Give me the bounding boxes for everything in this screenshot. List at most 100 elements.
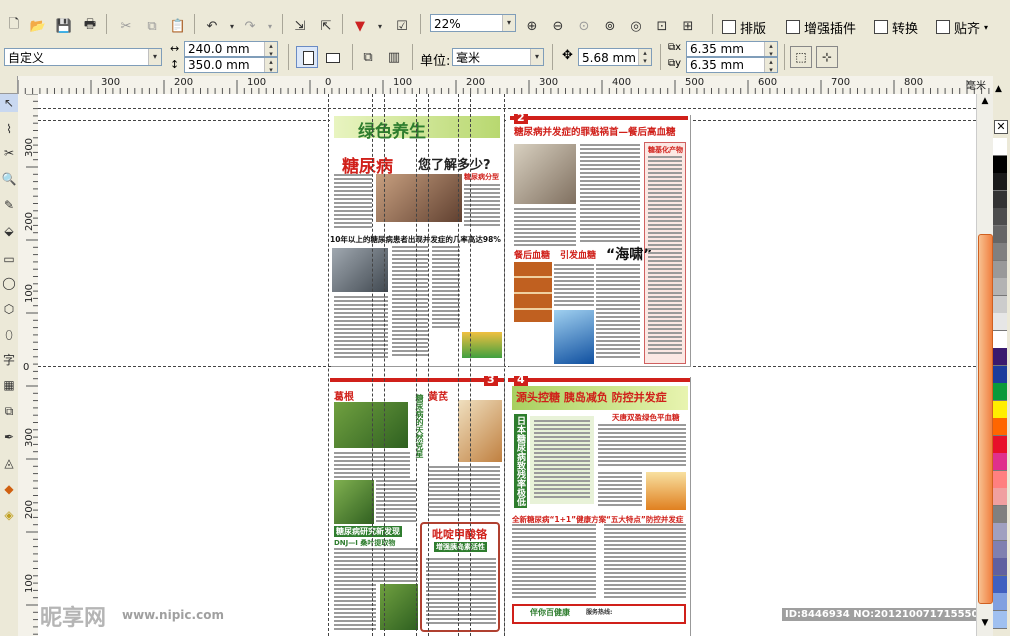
newspaper-page-3[interactable]: 3 葛根 黄芪 糖尿病的天然克星 糖尿病研究新发现 DNJ—I 桑叶提取物 吡啶… bbox=[330, 376, 504, 636]
color-swatch[interactable] bbox=[993, 330, 1007, 349]
text-tool-icon[interactable]: 字 bbox=[0, 350, 18, 368]
redo-icon[interactable]: ↷ bbox=[240, 16, 260, 36]
snap-objects-button[interactable]: ⬚ bbox=[790, 46, 812, 68]
dup-x-field[interactable]: 6.35 mm ▴ ▾ bbox=[686, 41, 778, 58]
interactive-tool-icon[interactable]: ⧉ bbox=[0, 402, 18, 420]
nudge-spinner[interactable]: ▴ ▾ bbox=[638, 49, 651, 65]
interactive-fill-icon[interactable]: ◈ bbox=[0, 506, 18, 524]
snap-grid-button[interactable]: ⊹ bbox=[816, 46, 838, 68]
zoom-page-icon[interactable]: ◎ bbox=[626, 16, 646, 36]
undo-icon[interactable]: ↶ bbox=[202, 16, 222, 36]
color-swatch[interactable] bbox=[993, 505, 1007, 524]
color-swatch[interactable] bbox=[993, 348, 1007, 366]
zoom-all-icon[interactable]: ⊚ bbox=[600, 16, 620, 36]
color-swatch[interactable] bbox=[993, 278, 1007, 296]
color-swatch[interactable] bbox=[993, 383, 1007, 401]
all-pages-icon[interactable]: ⧉ bbox=[358, 47, 378, 67]
shape-tool-icon[interactable]: ⌇ bbox=[0, 120, 18, 138]
zoom-out-icon[interactable]: ⊖ bbox=[548, 16, 568, 36]
scroll-up-icon[interactable]: ▲ bbox=[977, 96, 993, 110]
crop-tool-icon[interactable]: ✂ bbox=[0, 144, 18, 162]
cut-icon[interactable]: ✂ bbox=[116, 16, 136, 36]
dup-y-spinner[interactable]: ▴ ▾ bbox=[764, 58, 777, 74]
smart-fill-icon[interactable]: ⬙ bbox=[0, 222, 18, 240]
fill-tool-icon[interactable]: ◆ bbox=[0, 480, 18, 498]
plugin-button[interactable]: 增强插件 bbox=[786, 16, 856, 38]
freehand-tool-icon[interactable]: ✎ bbox=[0, 196, 18, 214]
color-swatch[interactable] bbox=[993, 593, 1007, 611]
launcher-dropdown-icon[interactable]: ▾ bbox=[370, 16, 390, 36]
pick-tool-icon[interactable]: ↖ bbox=[0, 94, 18, 112]
guide-line[interactable] bbox=[504, 94, 505, 636]
scroll-thumb[interactable] bbox=[978, 234, 993, 604]
color-swatch[interactable] bbox=[993, 190, 1007, 209]
save-icon[interactable]: 💾 bbox=[54, 16, 74, 36]
new-icon[interactable]: 🗋 bbox=[4, 16, 24, 36]
snap-dropdown-icon[interactable]: ▾ bbox=[984, 23, 988, 32]
newspaper-page-4[interactable]: 4 源头控糖 胰岛减负 防控并发症 天唐双盈绿色平血糖 日本糖尿病致残率极低 全… bbox=[508, 376, 690, 636]
palette-scroll-up-icon[interactable]: ▲ bbox=[995, 84, 1002, 94]
eyedropper-tool-icon[interactable]: ✒ bbox=[0, 428, 18, 446]
guide-line[interactable] bbox=[416, 94, 417, 636]
undo-dropdown-icon[interactable]: ▾ bbox=[222, 16, 242, 36]
width-spinner[interactable]: ▴ ▾ bbox=[264, 42, 277, 58]
color-swatch[interactable] bbox=[993, 400, 1007, 419]
paste-icon[interactable]: 📋 bbox=[168, 16, 188, 36]
open-icon[interactable]: 📂 bbox=[28, 16, 48, 36]
snap-button[interactable]: 贴齐 ▾ bbox=[936, 16, 988, 38]
color-swatch[interactable] bbox=[993, 295, 1007, 314]
width-field[interactable]: 240.0 mm ▴ ▾ bbox=[184, 41, 278, 58]
launcher-icon[interactable]: ▼ bbox=[350, 16, 370, 36]
vertical-ruler[interactable]: 300 200 100 0 300 200 100 bbox=[18, 94, 39, 636]
outline-tool-icon[interactable]: ◬ bbox=[0, 454, 18, 472]
export-icon[interactable]: ⇱ bbox=[316, 16, 336, 36]
horizontal-ruler[interactable]: 300 200 100 0 100 200 300 400 500 600 70… bbox=[18, 76, 993, 95]
rectangle-tool-icon[interactable]: ▭ bbox=[0, 250, 18, 268]
guide-line[interactable] bbox=[38, 120, 976, 121]
zoom-dropdown-icon[interactable]: ▾ bbox=[502, 15, 515, 31]
table-tool-icon[interactable]: ▦ bbox=[0, 376, 18, 394]
guide-line[interactable] bbox=[458, 94, 459, 636]
zoom-in-icon[interactable]: ⊕ bbox=[522, 16, 542, 36]
color-swatch[interactable] bbox=[993, 558, 1007, 576]
current-page-icon[interactable]: ▥ bbox=[384, 47, 404, 67]
no-color-swatch[interactable]: ✕ bbox=[994, 120, 1008, 134]
color-swatch[interactable] bbox=[993, 575, 1007, 594]
unit-dropdown-icon[interactable]: ▾ bbox=[530, 49, 543, 65]
vertical-scrollbar[interactable]: ▲ ▼ bbox=[976, 94, 994, 636]
guide-line[interactable] bbox=[38, 108, 976, 109]
guide-line[interactable] bbox=[38, 366, 976, 367]
unit-select[interactable]: 毫米 ▾ bbox=[452, 48, 544, 66]
dup-x-spinner[interactable]: ▴ ▾ bbox=[764, 42, 777, 58]
color-swatch[interactable] bbox=[993, 610, 1007, 629]
color-swatch[interactable] bbox=[993, 313, 1007, 331]
color-swatch[interactable] bbox=[993, 523, 1007, 541]
guide-line[interactable] bbox=[384, 94, 385, 636]
color-swatch[interactable] bbox=[993, 418, 1007, 436]
color-swatch[interactable] bbox=[993, 225, 1007, 244]
paper-preset-select[interactable]: 自定义 ▾ bbox=[4, 48, 162, 66]
guide-line[interactable] bbox=[470, 94, 471, 636]
color-swatch[interactable] bbox=[993, 435, 1007, 454]
ruler-origin[interactable] bbox=[0, 76, 18, 94]
zoom-width-icon[interactable]: ⊡ bbox=[652, 16, 672, 36]
import-icon[interactable]: ⇲ bbox=[290, 16, 310, 36]
color-swatch[interactable] bbox=[993, 470, 1007, 489]
print-icon[interactable]: 🖶 bbox=[80, 16, 100, 36]
redo-dropdown-icon[interactable]: ▾ bbox=[260, 16, 280, 36]
dup-y-field[interactable]: 6.35 mm ▴ ▾ bbox=[686, 57, 778, 74]
zoom-selected-icon[interactable]: ⊙ bbox=[574, 16, 594, 36]
newspaper-page-1[interactable]: 绿色养生 糖尿病 您了解多少? 糖尿病分型 10年以上的糖尿病患者出现并发症的几… bbox=[330, 114, 504, 366]
drawing-canvas[interactable]: 绿色养生 糖尿病 您了解多少? 糖尿病分型 10年以上的糖尿病患者出现并发症的几… bbox=[38, 94, 976, 636]
convert-button[interactable]: 转换 bbox=[874, 16, 918, 38]
color-swatch[interactable] bbox=[993, 260, 1007, 279]
guide-line[interactable] bbox=[372, 94, 373, 636]
color-swatch[interactable] bbox=[993, 173, 1007, 191]
portrait-button[interactable] bbox=[296, 46, 318, 68]
guide-line[interactable] bbox=[428, 94, 429, 636]
color-swatch[interactable] bbox=[993, 155, 1007, 174]
height-spinner[interactable]: ▴ ▾ bbox=[264, 58, 277, 74]
scroll-down-icon[interactable]: ▼ bbox=[977, 618, 993, 632]
layout-button[interactable]: 排版 bbox=[722, 16, 766, 38]
ellipse-tool-icon[interactable]: ◯ bbox=[0, 274, 18, 292]
